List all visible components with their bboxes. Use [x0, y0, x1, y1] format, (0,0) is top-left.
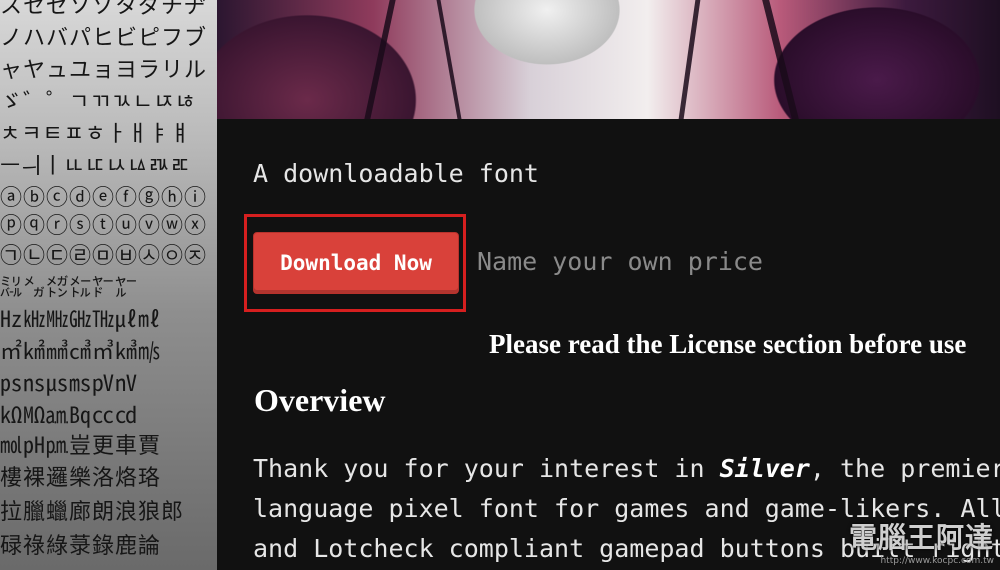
glyph-row: ㏖㏗㏘豈更車賈 [0, 434, 162, 459]
glyph-row: スセゼソゾタダチヂ [0, 0, 208, 19]
game-page-content: A downloadable font Download Now Name yo… [217, 119, 1000, 570]
glyph-row: ㅊㅋㅌㅍㅎㅏㅐㅑㅒ [0, 122, 192, 147]
license-notice: Please read the License section before u… [489, 329, 967, 359]
price-label: Name your own price [477, 247, 763, 276]
glyph-row: ⓐⓑⓒⓓⓔⓕⓖⓗⓘ [0, 186, 208, 211]
watermark-url: http://www.kocpc.com.tw [880, 556, 994, 566]
glyph-row: ㎐㎑㎒㎓㎔㎕㎖ [0, 308, 162, 333]
glyph-row: ノハバパヒビピフブ [0, 26, 208, 51]
glyph-row: 樓裸邏樂洛烙珞 [0, 466, 162, 491]
glyph-row: ㍊㍋㍌㍍㍎㍏ [0, 276, 139, 301]
cover-artwork [217, 0, 1000, 119]
glyph-row: ㅡㅢㅣㅥㅦㅧㅨㅩㅪ [0, 154, 192, 179]
glyph-row: ㎡㎢㎣㎤㎥㎦㎧ [0, 340, 162, 365]
font-name-emphasis: Silver [719, 454, 810, 483]
glyph-row: ⓟⓠⓡⓢⓣⓤⓥⓦⓧ [0, 214, 208, 239]
glyph-row: 碌祿綠菉錄鹿論 [0, 534, 162, 559]
glyph-row: 拉臘蠟廊朗浪狼郎 [0, 500, 185, 525]
glyph-row: ㉠㉡㉢㉣㉤㉥㉦㉧㉨ [0, 244, 208, 269]
paragraph-text: , the premier multi- [809, 454, 1000, 483]
glyph-row: ゞ゛゜ㄱㄲㄳㄴㄵㄶ [0, 90, 197, 115]
page-tagline: A downloadable font [253, 159, 539, 188]
paragraph-text: Thank you for your interest in [253, 454, 720, 483]
watermark-logo: 電腦王阿達 [848, 521, 994, 554]
glyph-row: ㏀㏁㏂㏃㏄㏅ [0, 404, 139, 429]
glyph-row: ㎰㎱㎲㎳㎴㎵ [0, 372, 139, 397]
overview-paragraph-line: Thank you for your interest in Silver, t… [253, 454, 1000, 483]
font-glyph-sample-panel: スセゼソゾタダチヂ ノハバパヒビピフブ ャヤュユョヨラリル ゞ゛゜ㄱㄲㄳㄴㄵㄶ … [0, 0, 218, 570]
glyph-row: ャヤュユョヨラリル [0, 58, 208, 83]
site-watermark: 電腦王阿達 http://www.kocpc.com.tw [849, 516, 994, 566]
overview-heading: Overview [254, 382, 386, 418]
download-now-button[interactable]: Download Now [253, 232, 459, 294]
